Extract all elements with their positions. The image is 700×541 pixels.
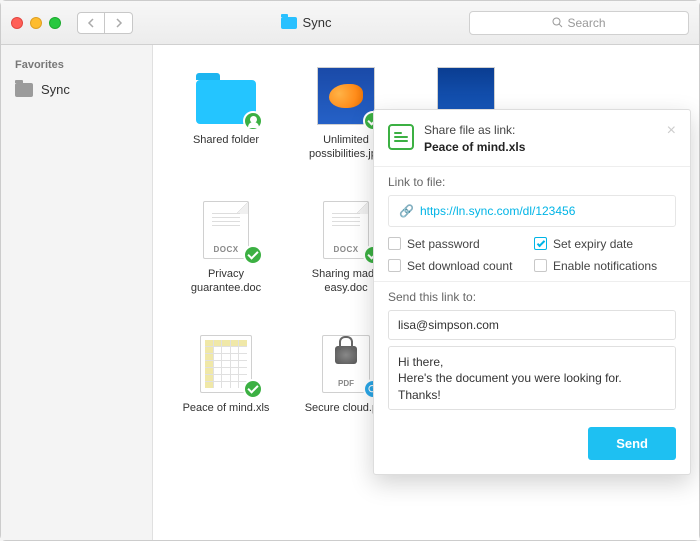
file-label: Peace of mind.xls: [183, 401, 270, 415]
file-peace-of-mind[interactable]: Peace of mind.xls: [171, 333, 281, 453]
spreadsheet-icon: [388, 124, 414, 150]
file-shared-folder[interactable]: Shared folder: [171, 65, 281, 185]
dialog-title: Share file as link: Peace of mind.xls: [424, 122, 657, 156]
file-label: Privacy guarantee.doc: [176, 267, 276, 296]
search-field[interactable]: Search: [469, 11, 689, 35]
shared-badge-icon: [243, 111, 263, 131]
recipient-input[interactable]: [388, 310, 676, 340]
synced-badge-icon: [243, 379, 263, 399]
synced-badge-icon: [243, 245, 263, 265]
back-button[interactable]: [77, 12, 105, 34]
sidebar-header: Favorites: [1, 59, 152, 77]
search-placeholder: Search: [567, 16, 605, 30]
message-textarea[interactable]: [388, 346, 676, 410]
maximize-button[interactable]: [49, 17, 61, 29]
link-box: 🔗 https://ln.sync.com/dl/123456: [388, 195, 676, 227]
checkbox-icon: [534, 259, 547, 272]
file-privacy-guarantee[interactable]: DOCX Privacy guarantee.doc: [171, 199, 281, 319]
traffic-lights: [11, 17, 61, 29]
checkbox-icon: [388, 237, 401, 250]
option-enable-notifications[interactable]: Enable notifications: [534, 259, 676, 273]
option-set-download-count[interactable]: Set download count: [388, 259, 530, 273]
doc-icon: DOCX: [203, 201, 249, 259]
minimize-button[interactable]: [30, 17, 42, 29]
search-icon: [552, 17, 563, 28]
share-link-dialog: Share file as link: Peace of mind.xls × …: [373, 109, 691, 475]
link-label: Link to file:: [388, 175, 676, 189]
finder-window: Sync Search Favorites Sync Shared folder: [0, 0, 700, 541]
close-icon[interactable]: ×: [667, 122, 676, 140]
folder-icon: [15, 83, 33, 97]
share-link[interactable]: https://ln.sync.com/dl/123456: [420, 204, 575, 218]
forward-button[interactable]: [105, 12, 133, 34]
window-title: Sync: [149, 15, 463, 30]
doc-icon: DOCX: [323, 201, 369, 259]
sidebar: Favorites Sync: [1, 45, 153, 540]
checkbox-icon: [388, 259, 401, 272]
folder-icon: [281, 17, 297, 29]
close-button[interactable]: [11, 17, 23, 29]
sidebar-item-label: Sync: [41, 82, 70, 97]
option-set-expiry[interactable]: Set expiry date: [534, 237, 676, 251]
sidebar-item-sync[interactable]: Sync: [1, 77, 152, 102]
checkbox-checked-icon: [534, 237, 547, 250]
send-button[interactable]: Send: [588, 427, 676, 460]
titlebar: Sync Search: [1, 1, 699, 45]
send-label: Send this link to:: [388, 290, 676, 304]
dialog-filename: Peace of mind.xls: [424, 140, 525, 154]
file-label: Shared folder: [193, 133, 259, 147]
nav-buttons: [77, 12, 133, 34]
title-text: Sync: [303, 15, 332, 30]
option-set-password[interactable]: Set password: [388, 237, 530, 251]
link-icon: 🔗: [399, 204, 414, 218]
